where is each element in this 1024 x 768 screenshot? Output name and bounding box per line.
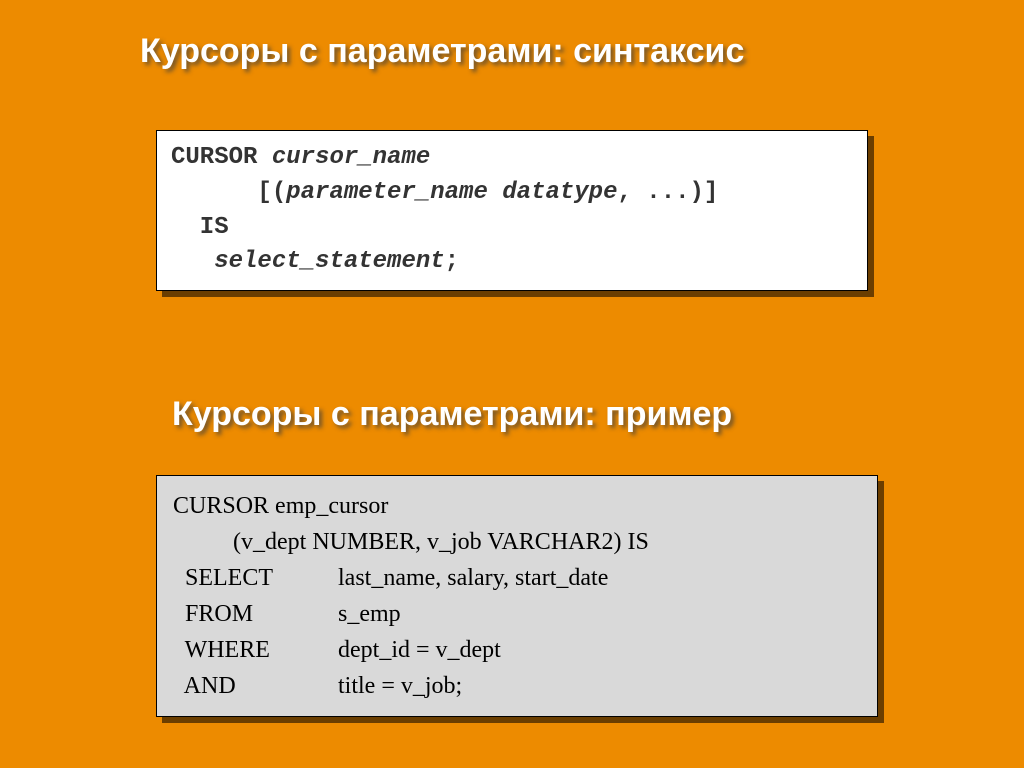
kw-where: WHERE xyxy=(173,632,338,668)
kw-and: AND xyxy=(173,668,338,704)
syntax-line-3: IS xyxy=(171,211,853,246)
example-line-5: WHEREdept_id = v_dept xyxy=(173,632,861,668)
kw-from: FROM xyxy=(173,596,338,632)
heading-example: Курсоры с параметрами: пример xyxy=(172,395,732,434)
val: s_emp xyxy=(338,601,401,627)
example-code-box: CURSOR emp_cursor (v_dept NUMBER, v_job … xyxy=(156,475,878,717)
val: dept_id = v_dept xyxy=(338,637,501,663)
txt: [( xyxy=(171,179,286,206)
txt: ; xyxy=(445,248,459,275)
txt: , ...)] xyxy=(617,179,718,206)
syntax-line-2: [(parameter_name datatype, ...)] xyxy=(171,176,853,211)
example-line-1: CURSOR emp_cursor xyxy=(173,488,861,524)
example-line-3: SELECTlast_name, salary, start_date xyxy=(173,560,861,596)
syntax-line-1: CURSOR cursor_name xyxy=(171,141,853,176)
kw-select: SELECT xyxy=(173,560,338,596)
kw-cursor: CURSOR xyxy=(171,144,272,171)
example-line-4: FROMs_emp xyxy=(173,596,861,632)
example-line-2: (v_dept NUMBER, v_job VARCHAR2) IS xyxy=(173,524,861,560)
val: last_name, salary, start_date xyxy=(338,565,608,591)
heading-syntax: Курсоры с параметрами: синтаксис xyxy=(140,32,744,71)
ph-cursor-name: cursor_name xyxy=(272,144,430,171)
ph-select-stmt: select_statement xyxy=(214,248,444,275)
txt xyxy=(488,179,502,206)
txt xyxy=(171,248,214,275)
syntax-line-4: select_statement; xyxy=(171,245,853,280)
val: title = v_job; xyxy=(338,673,462,699)
example-line-6: ANDtitle = v_job; xyxy=(173,668,861,704)
ph-datatype: datatype xyxy=(502,179,617,206)
syntax-code-box: CURSOR cursor_name [(parameter_name data… xyxy=(156,130,868,291)
ph-param-name: parameter_name xyxy=(286,179,488,206)
